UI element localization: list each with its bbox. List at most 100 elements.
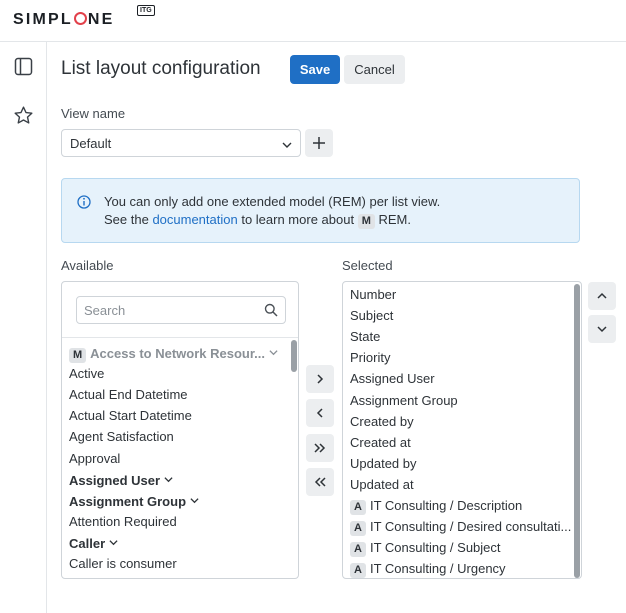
- list-item[interactable]: Number: [350, 286, 396, 304]
- model-badge: M: [69, 348, 87, 363]
- search-input[interactable]: Search: [76, 296, 286, 324]
- list-item-label: Actual End Datetime: [69, 387, 188, 403]
- move-right-button[interactable]: [306, 365, 334, 393]
- list-item-label: Assignment Group: [69, 493, 187, 509]
- model-badge: A: [350, 500, 366, 515]
- list-item[interactable]: A IT Consulting / Urgency: [350, 560, 506, 578]
- list-item-label: Assignment Group: [350, 392, 458, 408]
- list-item-label: Created at: [350, 434, 411, 450]
- model-badge: A: [350, 563, 366, 578]
- model-badge: A: [350, 521, 366, 537]
- list-item[interactable]: A IT Consulting / Subject: [350, 539, 501, 558]
- move-right-icon: [317, 374, 324, 384]
- list-item[interactable]: Caller: [69, 534, 118, 552]
- list-item[interactable]: A IT Consulting / Description: [350, 497, 522, 515]
- move-all-left-icon: [314, 477, 326, 487]
- move-up-icon: [597, 292, 607, 299]
- list-item[interactable]: M Access to Network Resour...: [69, 344, 278, 363]
- info-line-2: See the documentation to learn more abou…: [104, 212, 411, 229]
- list-item[interactable]: Assignment Group: [69, 492, 199, 510]
- list-item-label: Created by: [350, 413, 414, 429]
- list-item-label: Updated at: [350, 476, 414, 492]
- chevron-down-icon[interactable]: [164, 471, 173, 489]
- view-name-value: Default: [70, 136, 112, 151]
- list-item[interactable]: Actual Start Datetime: [69, 407, 192, 425]
- star-icon[interactable]: [12, 104, 34, 126]
- list-item-label: IT Consulting / Subject: [369, 540, 501, 556]
- list-item[interactable]: Caller is consumer: [69, 555, 177, 573]
- list-item[interactable]: Priority: [350, 349, 390, 367]
- list-item[interactable]: State: [350, 328, 380, 346]
- info-banner: You can only add one extended model (REM…: [61, 178, 580, 243]
- sidebar-toggle-icon[interactable]: [12, 55, 34, 77]
- move-all-right-icon: [314, 443, 326, 453]
- list-item-label: Assigned User: [69, 472, 161, 488]
- list-item-label: Updated by: [350, 455, 417, 471]
- list-item-label: Active: [69, 366, 105, 382]
- list-item-label: State: [350, 329, 381, 345]
- list-item-label: IT Consulting / Desired consultati...: [369, 519, 572, 535]
- available-list-panel: Search M Access to Network Resour... Activ…: [61, 281, 299, 579]
- view-name-select[interactable]: Default: [61, 129, 301, 157]
- save-button[interactable]: Save: [290, 55, 340, 84]
- list-item-label: Agent Satisfaction: [69, 429, 174, 445]
- list-item[interactable]: Agent Satisfaction: [69, 428, 174, 446]
- logo-badge: ITG: [137, 5, 155, 16]
- list-item[interactable]: Approval: [69, 450, 120, 468]
- chevron-down-icon[interactable]: [109, 534, 118, 552]
- list-item-label: Priority: [350, 350, 391, 366]
- list-item-label: Caller is consumer: [69, 556, 177, 571]
- list-item[interactable]: Assigned User: [69, 471, 173, 489]
- plus-icon: [313, 137, 325, 149]
- move-down-icon: [597, 326, 607, 333]
- chevron-down-icon: [282, 138, 292, 153]
- list-item[interactable]: Created at: [350, 434, 411, 452]
- list-item[interactable]: Updated by: [350, 455, 417, 473]
- available-label: Available: [61, 258, 114, 273]
- scrollbar[interactable]: [574, 284, 580, 578]
- cancel-button[interactable]: Cancel: [344, 55, 405, 84]
- logo[interactable]: SIMPL NE ITG: [13, 5, 155, 29]
- top-bar: SIMPL NE ITG: [0, 0, 626, 42]
- info-icon: [77, 195, 91, 214]
- list-item-label: Assigned User: [350, 371, 435, 387]
- list-item-label: Access to Network Resour...: [90, 346, 266, 361]
- list-item[interactable]: A IT Consulting / Desired consultati...: [350, 518, 572, 537]
- scrollbar[interactable]: [291, 340, 297, 372]
- list-item-label: Number: [350, 287, 397, 302]
- list-item[interactable]: Assigned User: [350, 370, 435, 388]
- documentation-link[interactable]: documentation: [152, 212, 237, 227]
- list-item[interactable]: Assignment Group: [350, 392, 458, 410]
- list-item-label: IT Consulting / Description: [369, 498, 523, 513]
- divider: [62, 337, 298, 338]
- list-item-label: Actual Start Datetime: [69, 408, 192, 424]
- list-item-label: Approval: [69, 450, 121, 466]
- info-line-1: You can only add one extended model (REM…: [104, 194, 441, 209]
- add-view-button[interactable]: [305, 129, 333, 157]
- move-up-button[interactable]: [588, 282, 616, 310]
- logo-o-icon: [73, 12, 87, 25]
- move-left-icon: [316, 408, 323, 418]
- move-left-button[interactable]: [306, 399, 334, 427]
- list-item[interactable]: Attention Required: [69, 513, 177, 531]
- list-item-label: Subject: [350, 308, 394, 324]
- logo-text-end: NE: [87, 11, 115, 28]
- move-all-right-button[interactable]: [306, 434, 334, 462]
- chevron-down-icon[interactable]: [190, 492, 199, 510]
- page-title: List layout configuration: [61, 58, 261, 79]
- chevron-down-icon[interactable]: [269, 344, 278, 362]
- list-item[interactable]: Active: [69, 365, 104, 383]
- view-name-label: View name: [61, 106, 126, 121]
- list-item-label: Caller: [69, 535, 106, 551]
- left-nav: [0, 42, 47, 613]
- list-item[interactable]: Subject: [350, 307, 393, 325]
- move-all-left-button[interactable]: [306, 468, 334, 496]
- list-item[interactable]: Updated at: [350, 476, 414, 494]
- list-item-label: IT Consulting / Urgency: [369, 561, 506, 577]
- list-item-label: Attention Required: [69, 513, 177, 529]
- list-item[interactable]: Created by: [350, 413, 414, 431]
- selected-label: Selected: [342, 258, 393, 273]
- move-down-button[interactable]: [588, 315, 616, 343]
- list-item[interactable]: Actual End Datetime: [69, 386, 188, 404]
- search-icon: [264, 303, 278, 320]
